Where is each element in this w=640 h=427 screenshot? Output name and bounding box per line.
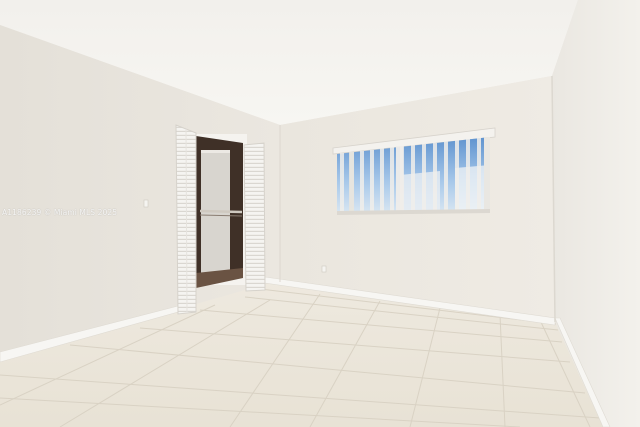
louvered-door-left (175, 124, 197, 315)
light-switch (143, 199, 149, 208)
closet (193, 134, 247, 288)
wall-outlet (321, 265, 327, 273)
room-photo: A1186239 © Miami MLS 2025 (0, 0, 640, 427)
mls-watermark: A1186239 © Miami MLS 2025 (2, 208, 118, 217)
louvered-door-right (243, 142, 266, 292)
